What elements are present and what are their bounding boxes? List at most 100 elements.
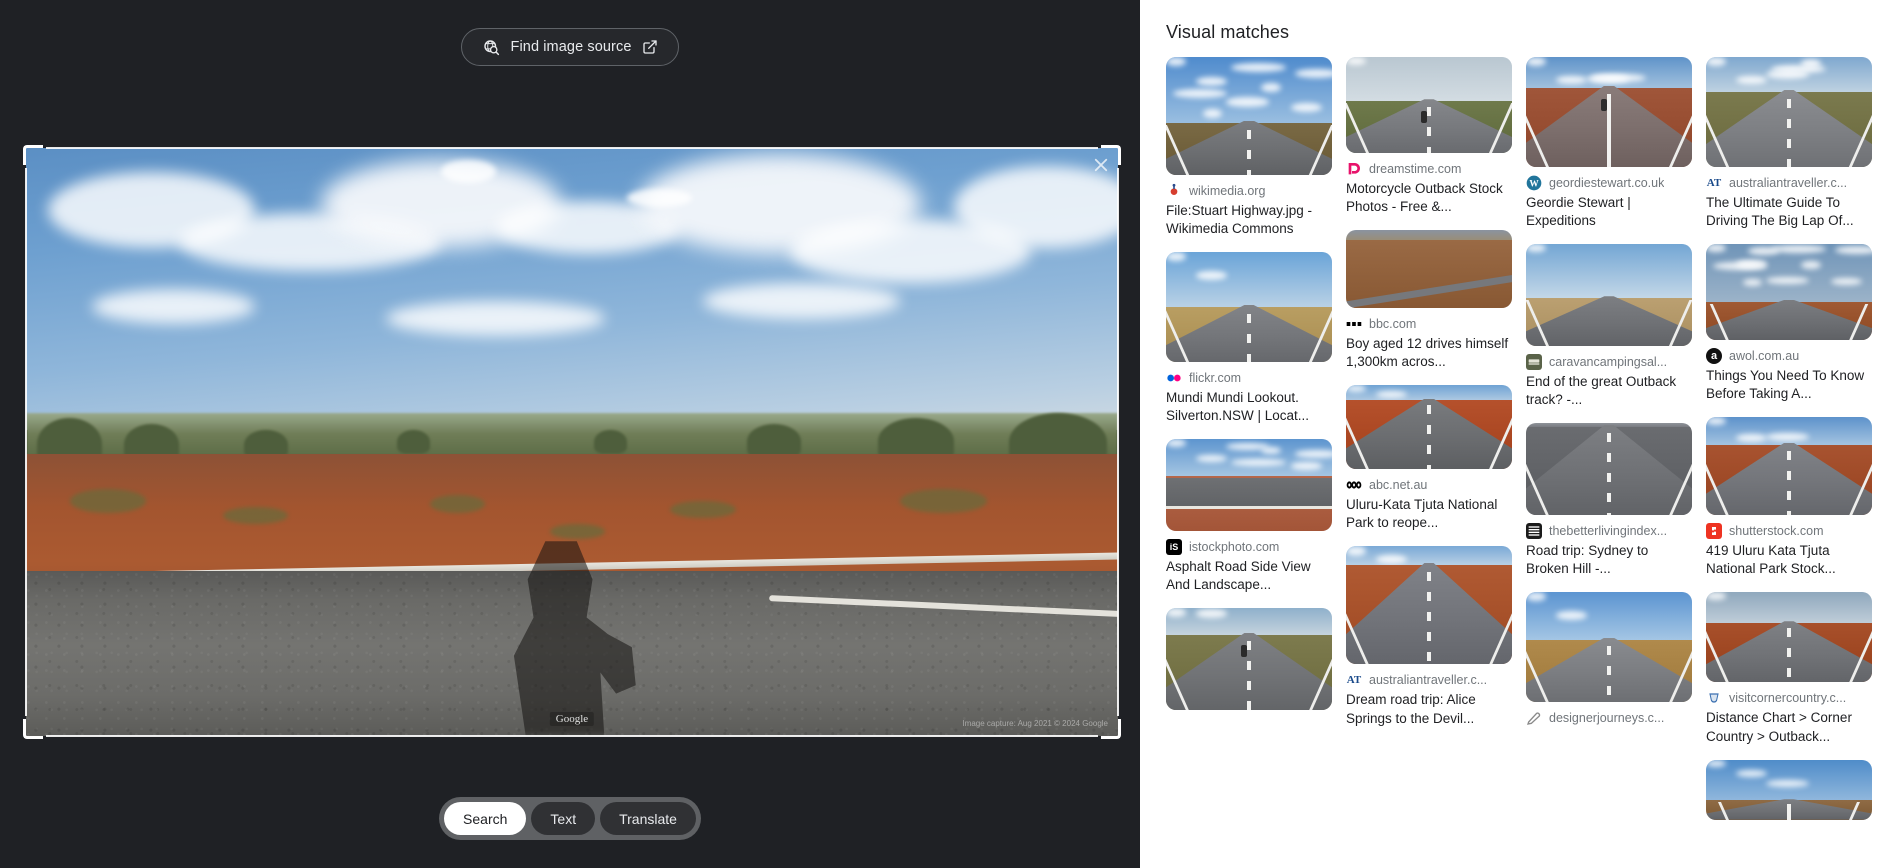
australiantraveller-icon: AT (1346, 672, 1362, 689)
visual-match-thumbnail[interactable] (1346, 57, 1512, 153)
visual-match-card[interactable]: caravancampingsal... End of the great Out… (1526, 244, 1692, 409)
visitcornercountry-icon (1706, 690, 1722, 707)
visual-match-title[interactable]: Things You Need To Know Before Taking A.… (1706, 367, 1872, 403)
visual-match-source-name: visitcornercountry.c... (1729, 691, 1847, 706)
visual-match-card[interactable] (1166, 608, 1332, 711)
visual-match-source-row: designerjourneys.c... (1526, 710, 1692, 726)
visual-matches-title: Visual matches (1166, 22, 1290, 42)
visual-match-source-name: istockphoto.com (1189, 540, 1280, 555)
visual-match-title[interactable]: Road trip: Sydney to Broken Hill -... (1526, 542, 1692, 578)
visual-match-thumbnail[interactable] (1706, 57, 1872, 167)
source-photo: Google Image capture: Aug 2021 © 2024 Go… (26, 148, 1118, 736)
awol-icon: a (1706, 348, 1722, 365)
visual-match-thumbnail[interactable] (1526, 244, 1692, 347)
bbc-icon (1346, 316, 1362, 332)
visual-match-thumbnail[interactable] (1526, 423, 1692, 516)
visual-match-source-name: australiantraveller.c... (1729, 176, 1848, 190)
tab-translate[interactable]: Translate (600, 802, 696, 835)
visual-match-source-name: caravancampingsal... (1549, 355, 1668, 370)
visual-match-source-row: caravancampingsal... (1526, 354, 1692, 371)
visual-match-title[interactable]: Dream road trip: Alice Springs to the De… (1346, 691, 1512, 727)
visual-match-card[interactable]: AT australiantraveller.c... The Ultimate G… (1706, 57, 1872, 230)
visual-match-source-name: dreamstime.com (1369, 162, 1462, 176)
visual-match-thumbnail[interactable] (1166, 57, 1332, 175)
visual-match-source-row: Wgeordiestewart.co.uk (1526, 175, 1692, 191)
visual-matches-pane: Visual matches wikimedia.org File:Stuart … (1140, 0, 1892, 868)
visual-match-title[interactable]: Geordie Stewart | Expeditions (1526, 194, 1692, 230)
caravancamping-icon (1526, 354, 1542, 371)
visual-match-card[interactable]: Wgeordiestewart.co.uk Geordie Stewart | E… (1526, 57, 1692, 230)
visual-match-thumbnail[interactable] (1166, 439, 1332, 532)
visual-match-source-name: abc.net.au (1369, 478, 1428, 493)
visual-match-source-name: wikimedia.org (1189, 184, 1266, 198)
visual-match-title[interactable]: The Ultimate Guide To Driving The Big La… (1706, 194, 1872, 230)
visual-match-card[interactable]: thebetterlivingindex... Road trip: Sydney… (1526, 423, 1692, 578)
visual-match-card[interactable]: bbc.com Boy aged 12 drives himself 1,300k… (1346, 230, 1512, 371)
visual-match-thumbnail[interactable] (1346, 230, 1512, 309)
tab-search[interactable]: Search (444, 802, 527, 835)
image-search-icon (482, 38, 500, 56)
visual-match-source-name: awol.com.au (1729, 349, 1800, 364)
visual-match-source-row: dreamstime.com (1346, 161, 1512, 177)
visual-match-thumbnail[interactable] (1166, 608, 1332, 711)
visual-match-title[interactable]: 419 Uluru Kata Tjuta National Park Stock… (1706, 542, 1872, 578)
visual-match-thumbnail[interactable] (1346, 546, 1512, 665)
flickr-icon (1166, 370, 1182, 386)
visual-match-card[interactable]: a awol.com.au Things You Need To Know Befo… (1706, 244, 1872, 403)
visual-match-title[interactable]: Motorcycle Outback Stock Photos - Free &… (1346, 180, 1512, 216)
visual-match-source-name: flickr.com (1189, 371, 1242, 386)
find-image-source-button[interactable]: Find image source (460, 28, 680, 66)
visual-match-source-row: iS istockphoto.com (1166, 539, 1332, 556)
visual-match-card[interactable]: AT australiantraveller.c... Dream road tri… (1346, 546, 1512, 727)
visual-match-title[interactable]: File:Stuart Highway.jpg - Wikimedia Comm… (1166, 202, 1332, 238)
visual-match-source-row: abc.net.au (1346, 477, 1512, 493)
visual-match-thumbnail[interactable] (1706, 244, 1872, 341)
visual-match-card[interactable] (1706, 759, 1872, 820)
visual-match-card[interactable]: dreamstime.com Motorcycle Outback Stock P… (1346, 57, 1512, 216)
image-attribution: Image capture: Aug 2021 © 2024 Google (962, 719, 1108, 728)
visual-match-thumbnail[interactable] (1166, 252, 1332, 363)
visual-match-title[interactable]: Distance Chart > Corner Country > Outbac… (1706, 709, 1872, 745)
istock-icon: iS (1166, 539, 1182, 556)
visual-match-source-row: AT australiantraveller.c... (1706, 175, 1872, 191)
open-in-new-icon (642, 39, 658, 55)
visual-match-thumbnail[interactable] (1526, 57, 1692, 167)
visual-match-source-row: wikimedia.org (1166, 183, 1332, 199)
visual-match-source-row: a awol.com.au (1706, 348, 1872, 365)
visual-match-source-name: bbc.com (1369, 317, 1417, 332)
visual-match-card[interactable]: wikimedia.org File:Stuart Highway.jpg - W… (1166, 57, 1332, 238)
visual-match-title[interactable]: Uluru-Kata Tjuta National Park to reope.… (1346, 496, 1512, 532)
find-image-source-label: Find image source (510, 39, 632, 55)
visual-match-thumbnail[interactable] (1526, 592, 1692, 703)
tab-text[interactable]: Text (531, 802, 596, 835)
visual-match-title[interactable]: Mundi Mundi Lookout. Silverton.NSW | Loc… (1166, 389, 1332, 425)
shutterstock-icon (1706, 523, 1722, 540)
visual-match-card[interactable]: visitcornercountry.c... Distance Chart > … (1706, 592, 1872, 745)
visual-match-source-row: visitcornercountry.c... (1706, 690, 1872, 707)
visual-match-title[interactable]: Boy aged 12 drives himself 1,300km acros… (1346, 335, 1512, 371)
visual-match-thumbnail[interactable] (1346, 385, 1512, 470)
visual-match-source-row: flickr.com (1166, 370, 1332, 386)
close-icon[interactable] (1092, 156, 1110, 174)
visual-match-source-row: AT australiantraveller.c... (1346, 672, 1512, 689)
visual-match-card[interactable]: abc.net.au Uluru-Kata Tjuta National Park… (1346, 385, 1512, 532)
visual-match-thumbnail[interactable] (1706, 592, 1872, 683)
visual-match-thumbnail[interactable] (1706, 417, 1872, 516)
visual-match-card[interactable]: shutterstock.com 419 Uluru Kata Tjuta Nat… (1706, 417, 1872, 578)
visual-match-source-row: shutterstock.com (1706, 523, 1872, 540)
lens-result-page: Find image source Google Image capture: … (0, 0, 1892, 868)
photo-horizon (26, 412, 1118, 460)
image-viewer[interactable]: Google Image capture: Aug 2021 © 2024 Go… (23, 145, 1121, 739)
visual-match-card[interactable]: iS istockphoto.com Asphalt Road Side View … (1166, 439, 1332, 594)
visual-match-source-name: shutterstock.com (1729, 524, 1824, 539)
visual-match-source-name: thebetterlivingindex... (1549, 524, 1668, 539)
visual-match-source-row: bbc.com (1346, 316, 1512, 332)
visual-match-card[interactable]: flickr.com Mundi Mundi Lookout. Silverton… (1166, 252, 1332, 425)
visual-match-card[interactable]: designerjourneys.c... (1526, 592, 1692, 729)
visual-match-title[interactable]: End of the great Outback track? -... (1526, 373, 1692, 409)
find-image-source-toolbar: Find image source (0, 28, 1140, 66)
wikimedia-icon (1166, 183, 1182, 199)
image-preview-pane: Find image source Google Image capture: … (0, 0, 1140, 868)
visual-match-title[interactable]: Asphalt Road Side View And Landscape... (1166, 558, 1332, 594)
visual-match-thumbnail[interactable] (1706, 759, 1872, 820)
